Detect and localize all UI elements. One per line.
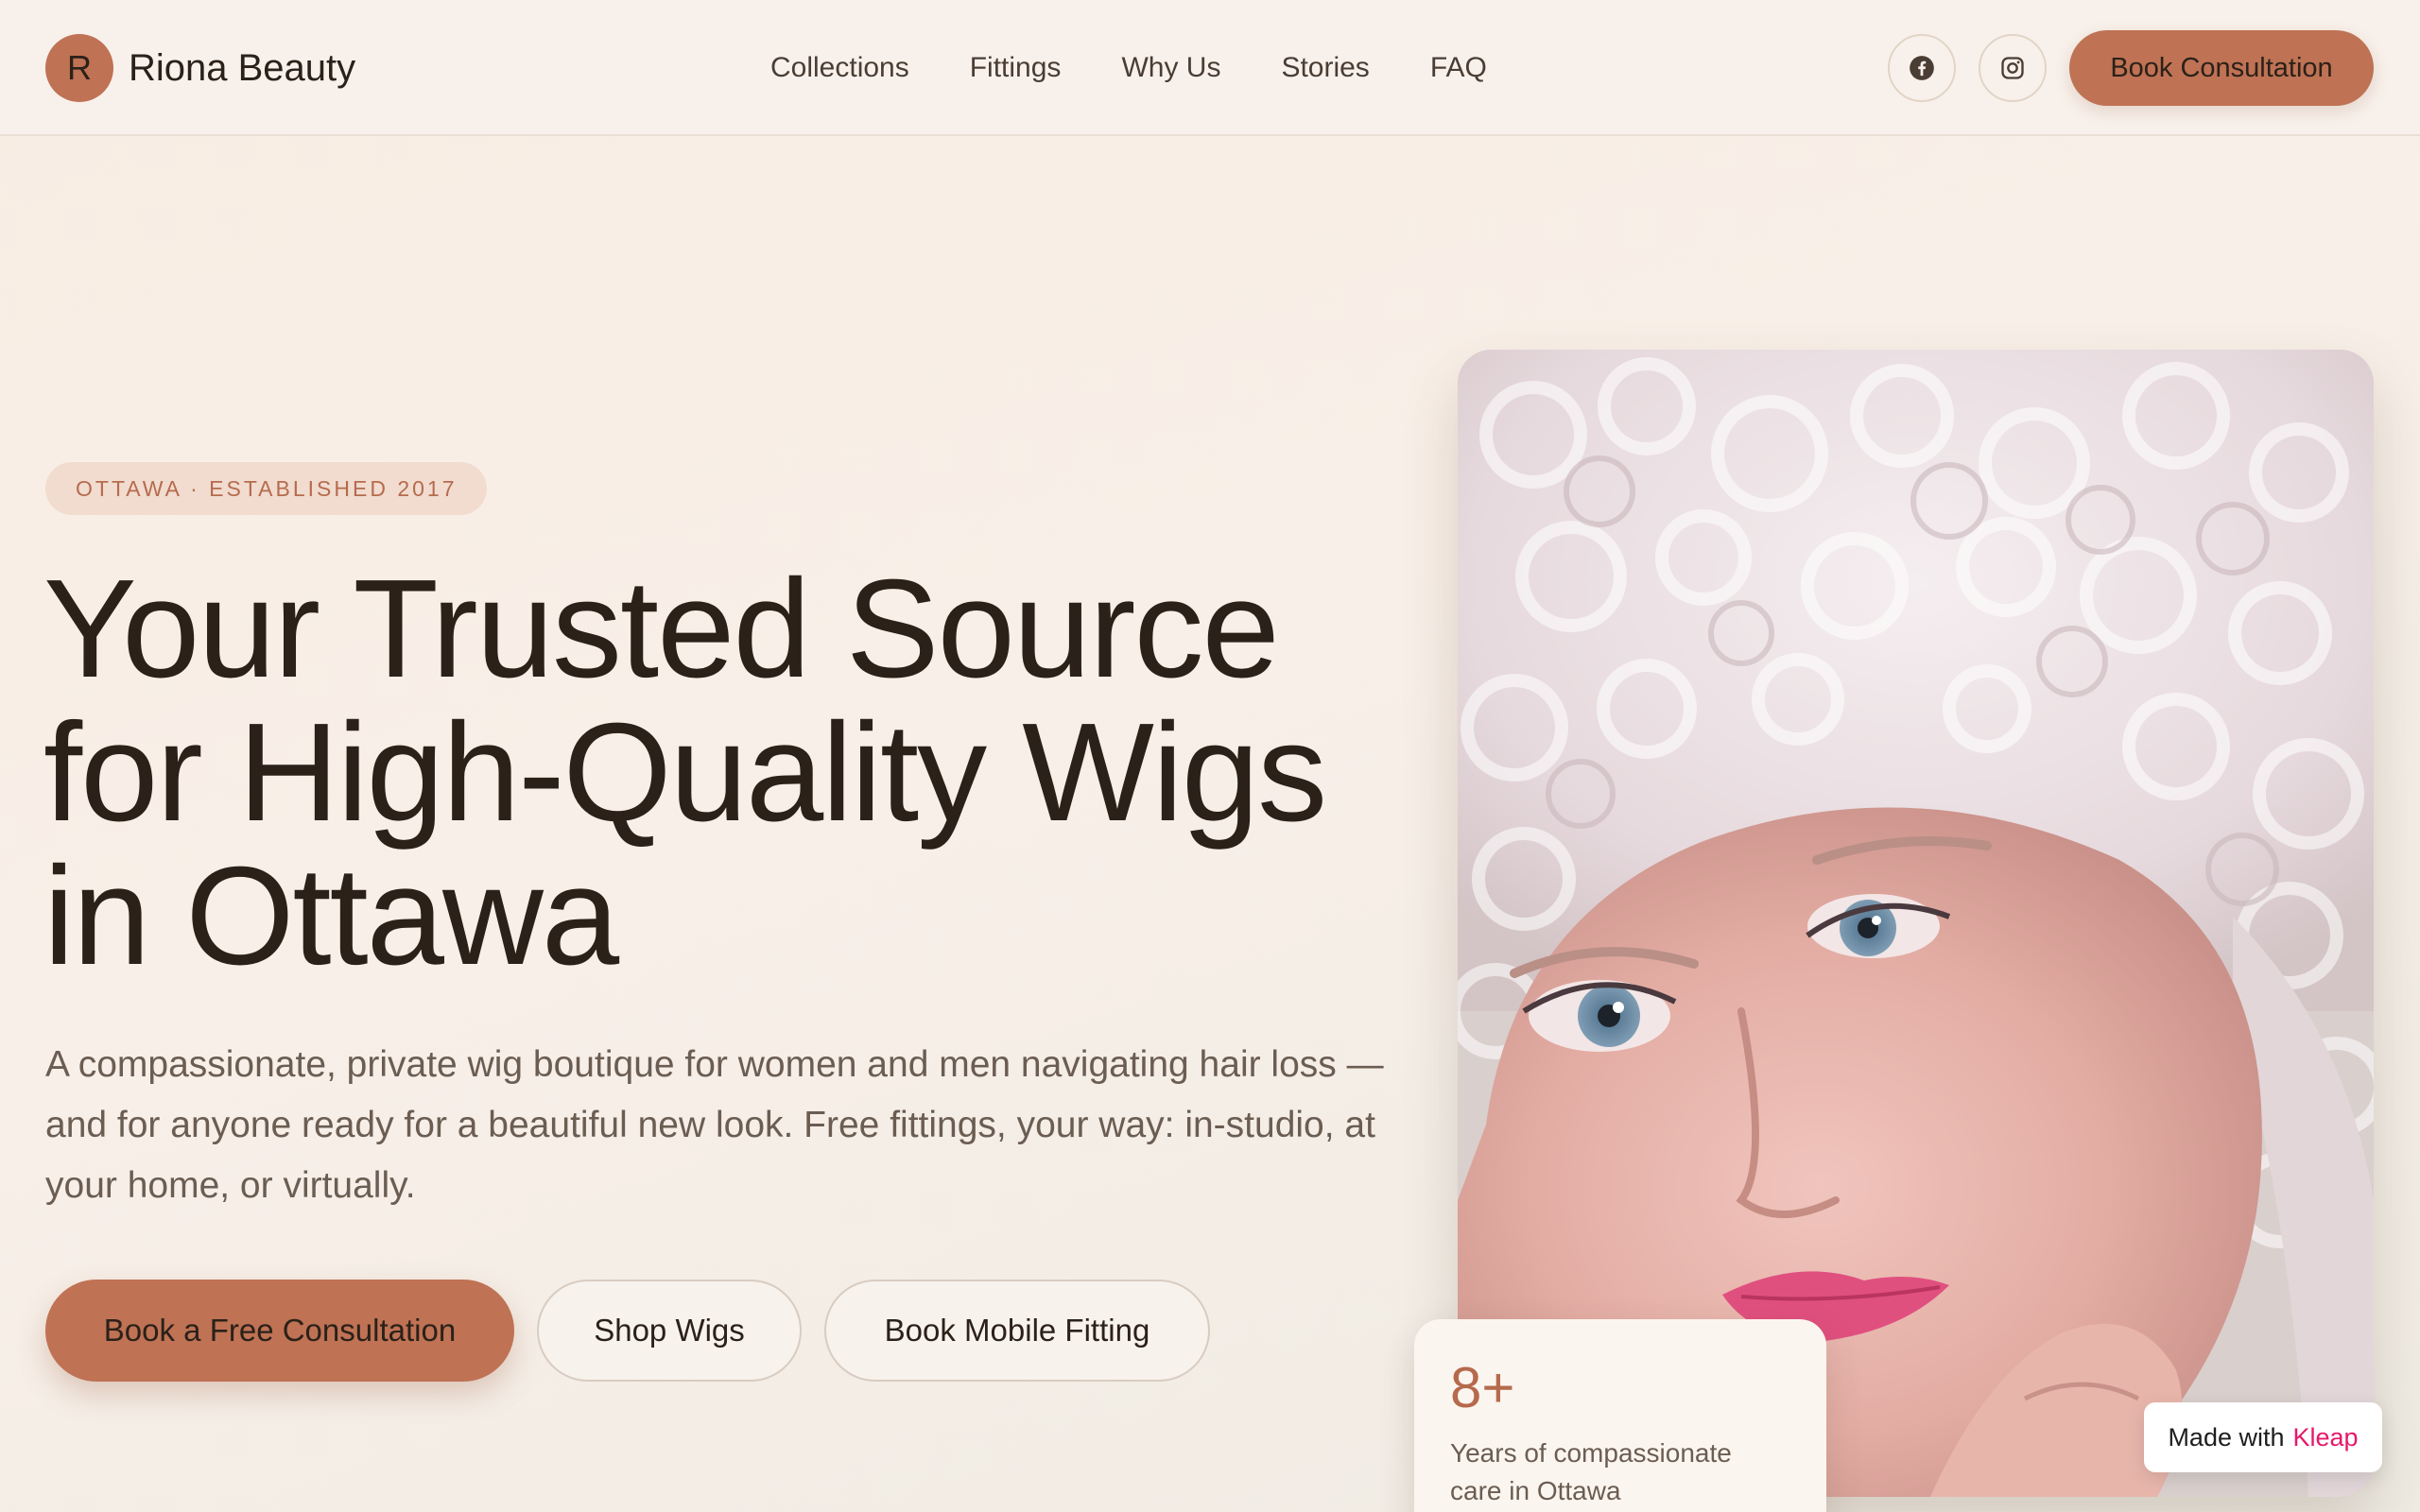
- nav-item-why-us[interactable]: Why Us: [1121, 49, 1220, 87]
- made-with-kleap-badge[interactable]: Made with Kleap: [2144, 1402, 2382, 1472]
- stat-value: 8+: [1450, 1356, 1515, 1419]
- kleap-link[interactable]: Kleap: [2293, 1423, 2359, 1452]
- nav-item-collections[interactable]: Collections: [770, 49, 909, 87]
- established-badge: OTTAWA · ESTABLISHED 2017: [45, 462, 488, 515]
- site-header: R Riona Beauty Collections Fittings Why …: [0, 0, 2420, 136]
- facebook-icon: [1910, 56, 1934, 80]
- nav-item-faq[interactable]: FAQ: [1430, 49, 1487, 87]
- brand-name[interactable]: Riona Beauty: [129, 42, 355, 94]
- shop-wigs-button[interactable]: Shop Wigs: [537, 1280, 802, 1382]
- nav-item-fittings[interactable]: Fittings: [970, 49, 1062, 87]
- made-with-text: Made with: [2168, 1422, 2285, 1452]
- instagram-button[interactable]: [1979, 34, 2047, 102]
- logo-mark[interactable]: R: [45, 34, 113, 102]
- facebook-button[interactable]: [1888, 34, 1956, 102]
- book-free-consultation-button[interactable]: Book a Free Consultation: [45, 1280, 514, 1382]
- book-mobile-fitting-button[interactable]: Book Mobile Fitting: [824, 1280, 1210, 1382]
- hero-headline: Your Trusted Source for High-Quality Wig…: [43, 551, 1327, 994]
- book-consultation-button[interactable]: Book Consultation: [2069, 30, 2374, 106]
- instagram-icon: [2001, 57, 2024, 79]
- main-nav: Collections Fittings Why Us Stories FAQ: [770, 49, 1487, 87]
- nav-item-stories[interactable]: Stories: [1281, 49, 1369, 87]
- hero-lead: A compassionate, private wig boutique fo…: [45, 1044, 1384, 1206]
- stat-label: Years of compassionate care in Ottawa: [1450, 1438, 1732, 1505]
- years-stat-card: 8+ Years of compassionate care in Ottawa: [1414, 1319, 1826, 1512]
